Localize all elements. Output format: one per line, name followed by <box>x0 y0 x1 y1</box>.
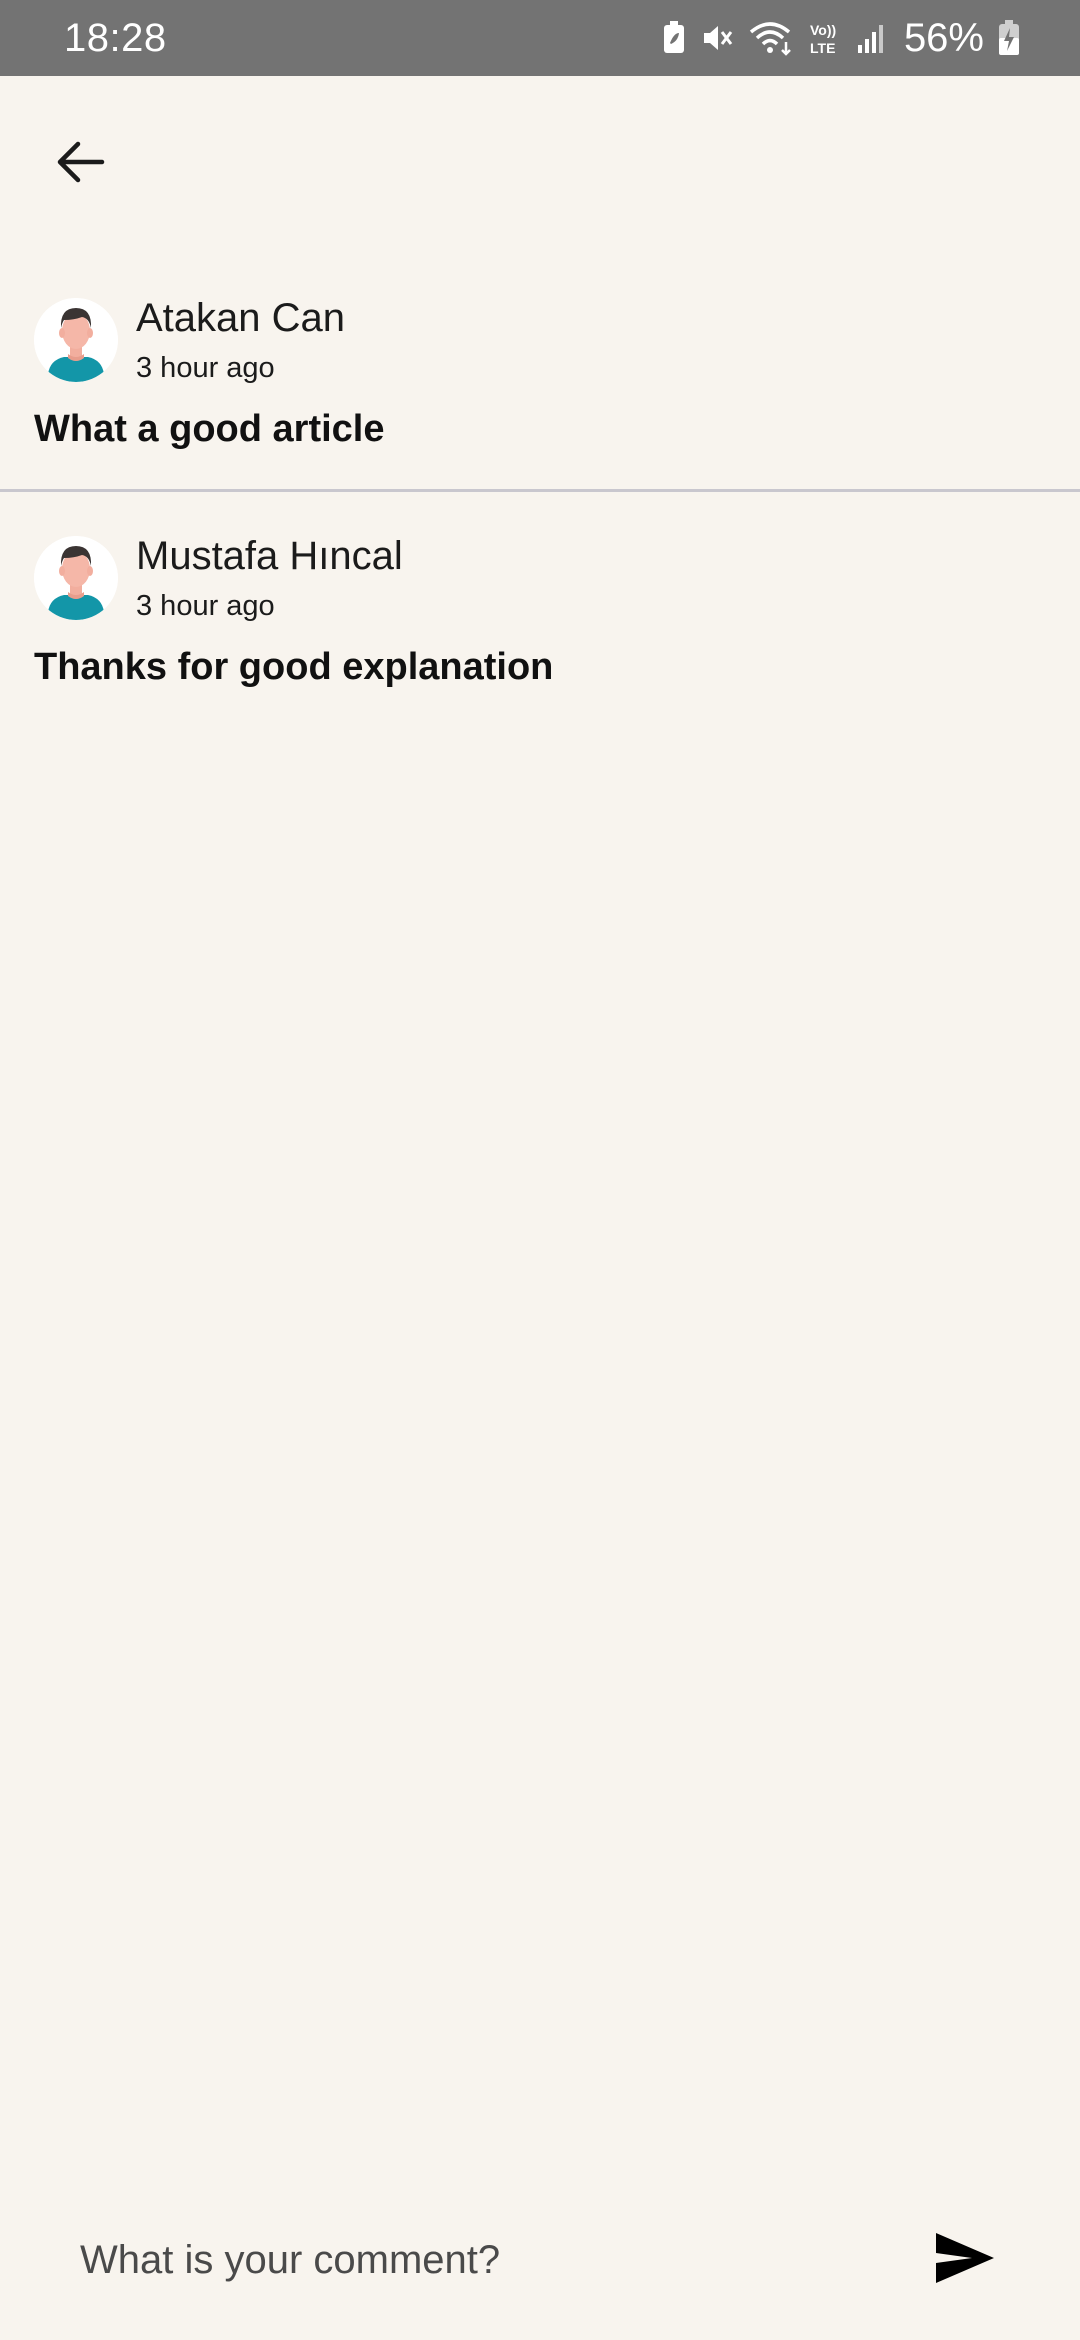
wifi-icon <box>748 20 794 56</box>
comment-input[interactable] <box>80 2220 880 2300</box>
battery-saver-icon <box>662 21 686 55</box>
battery-percent: 56% <box>903 15 984 60</box>
volte-icon: Vo)) LTE <box>808 20 842 56</box>
comment-item: Atakan Can 3 hour ago What a good articl… <box>0 286 1080 492</box>
send-icon <box>934 2231 996 2290</box>
comment-author: Mustafa Hıncal <box>136 534 403 578</box>
back-button[interactable] <box>40 124 120 204</box>
comment-author: Atakan Can <box>136 296 346 340</box>
comment-item: Mustafa Hıncal 3 hour ago Thanks for goo… <box>0 524 1080 724</box>
send-button[interactable] <box>920 2220 1010 2300</box>
signal-icon <box>856 21 886 55</box>
status-bar: 18:28 Vo)) LTE 56% <box>0 0 1080 76</box>
arrow-left-icon <box>54 140 106 189</box>
comment-text: Thanks for good explanation <box>34 646 554 688</box>
volte-label-top: Vo)) <box>810 22 836 38</box>
comment-timestamp: 3 hour ago <box>136 590 275 622</box>
status-time: 18:28 <box>64 15 167 60</box>
user-avatar-icon <box>34 298 118 382</box>
comment-text: What a good article <box>34 408 385 450</box>
battery-charging-icon <box>998 20 1020 56</box>
comment-timestamp: 3 hour ago <box>136 352 275 384</box>
volte-label-bottom: LTE <box>810 40 835 56</box>
comment-composer <box>0 2200 1080 2320</box>
mute-icon <box>700 21 734 55</box>
user-avatar-icon <box>34 536 118 620</box>
status-icons: Vo)) LTE 56% <box>662 16 1020 61</box>
